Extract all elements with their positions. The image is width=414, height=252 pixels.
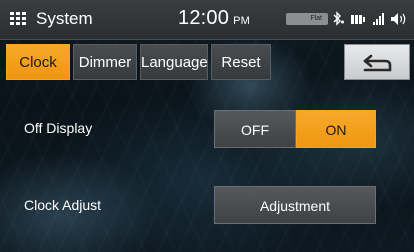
back-arrow-icon — [363, 54, 392, 72]
off-display-off-button[interactable]: OFF — [214, 110, 296, 148]
page-title: System — [36, 9, 93, 28]
tab-language[interactable]: Language — [140, 44, 208, 80]
volume-icon — [391, 13, 406, 25]
media-source-badge: Flat — [286, 13, 328, 25]
grid-menu-icon[interactable] — [10, 12, 26, 25]
back-button[interactable] — [344, 44, 410, 80]
signal-icon — [373, 13, 384, 25]
bluetooth-icon — [333, 11, 344, 26]
tab-reset[interactable]: Reset — [211, 44, 271, 80]
adjustment-button[interactable]: Adjustment — [214, 186, 376, 224]
system-clock-screen: System 12:00 PM Flat Clock Dimmer Langua… — [0, 0, 414, 252]
tab-dimmer[interactable]: Dimmer — [73, 44, 137, 80]
clock-ampm: PM — [233, 15, 250, 27]
clock-adjust-label: Clock Adjust — [24, 197, 102, 213]
status-clock: 12:00 PM — [178, 7, 250, 30]
battery-icon — [351, 15, 365, 24]
off-display-label: Off Display — [24, 120, 93, 136]
status-bar: System 12:00 PM Flat — [0, 0, 414, 40]
tab-clock[interactable]: Clock — [6, 44, 70, 80]
off-display-on-button[interactable]: ON — [296, 110, 376, 148]
clock-time: 12:00 — [178, 7, 230, 29]
status-icons — [331, 11, 409, 27]
